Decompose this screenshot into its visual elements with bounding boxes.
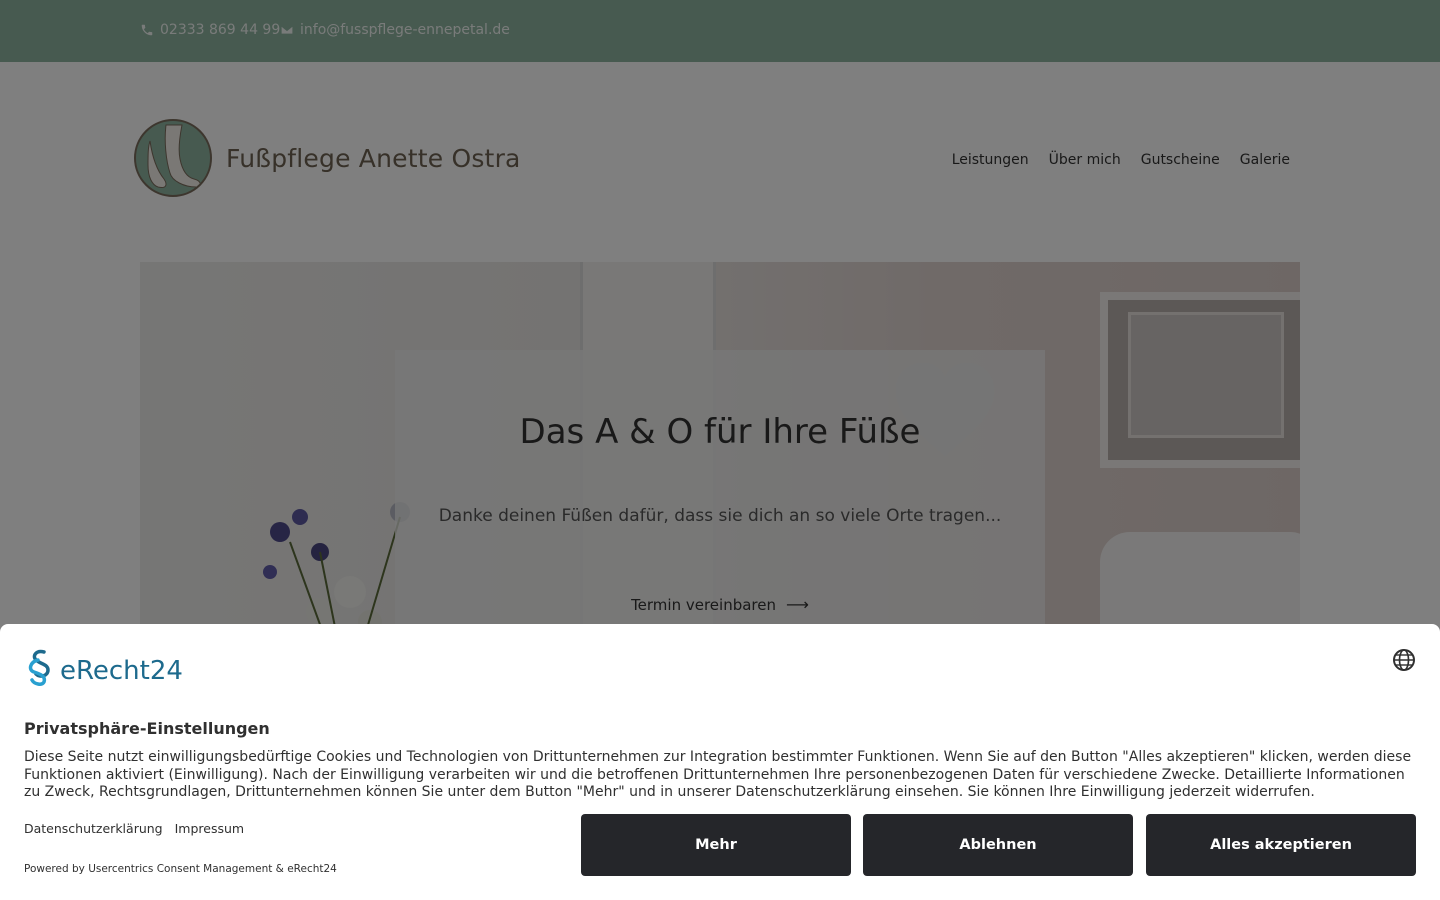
consent-links: Datenschutzerklärung Impressum bbox=[24, 821, 244, 836]
consent-description: Diese Seite nutzt einwilligungsbedürftig… bbox=[24, 749, 1412, 800]
deny-button[interactable]: Ablehnen bbox=[863, 814, 1133, 876]
globe-icon[interactable] bbox=[1392, 648, 1416, 672]
powered-by-text: Powered by Usercentrics Consent Manageme… bbox=[24, 863, 337, 875]
erecht24-wordmark: eRecht24 bbox=[60, 656, 183, 686]
consent-title: Privatsphäre-Einstellungen bbox=[24, 719, 270, 738]
privacy-policy-link[interactable]: Datenschutzerklärung bbox=[24, 821, 163, 836]
erecht24-paragraph-icon bbox=[28, 649, 50, 686]
more-button[interactable]: Mehr bbox=[581, 814, 851, 876]
cookie-consent-banner: eRecht24 Privatsphäre-Einstellungen Dies… bbox=[0, 624, 1440, 900]
erecht24-logo: eRecht24 bbox=[24, 648, 183, 686]
imprint-link[interactable]: Impressum bbox=[175, 821, 244, 836]
accept-all-button[interactable]: Alles akzeptieren bbox=[1146, 814, 1416, 876]
